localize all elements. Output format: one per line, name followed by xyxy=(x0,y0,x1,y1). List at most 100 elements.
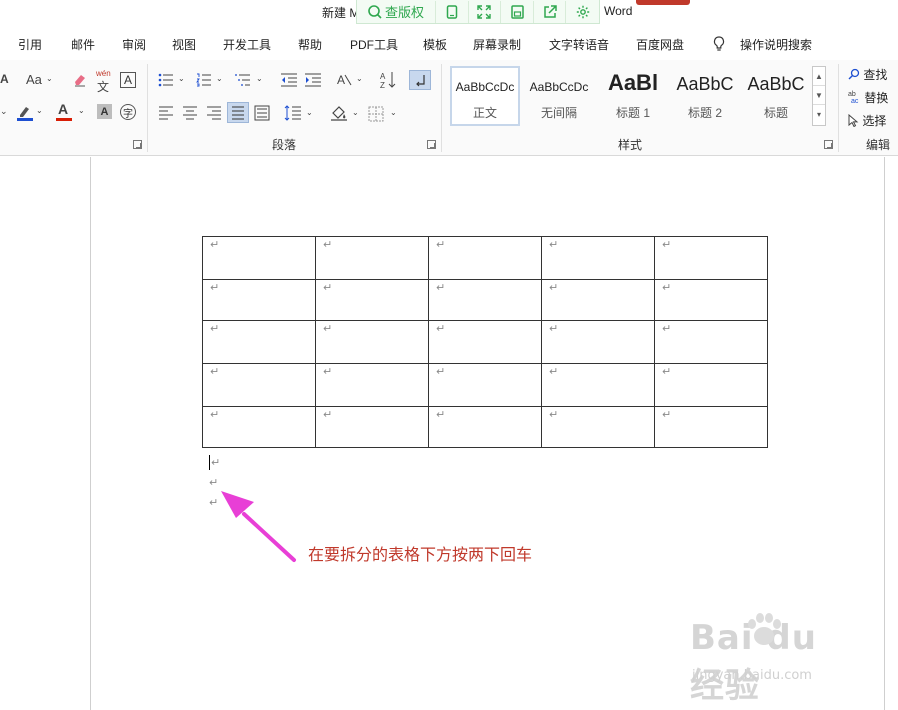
show-formatting-marks-button[interactable] xyxy=(409,70,431,90)
expand-button[interactable] xyxy=(469,0,502,23)
find-button[interactable]: 查找 xyxy=(848,66,887,83)
table-row: ↵ ↵ ↵ ↵ ↵ xyxy=(202,236,768,280)
chevron-down-icon: ⌄ xyxy=(390,108,397,117)
enclose-characters-button[interactable]: 字 xyxy=(120,104,136,120)
tell-me-search[interactable]: 操作说明搜索 xyxy=(740,36,812,53)
sort-icon[interactable]: AZ xyxy=(380,71,396,89)
text-cursor xyxy=(209,455,210,470)
copyright-check-button[interactable]: 查版权 xyxy=(357,0,437,23)
paragraph-mark-icon xyxy=(416,75,425,87)
chevron-down-icon: ⌄ xyxy=(352,108,359,117)
style-normal[interactable]: AaBbCcDc 正文 xyxy=(450,66,520,126)
style-no-spacing[interactable]: AaBbCcDc 无间隔 xyxy=(524,66,594,126)
table-cell[interactable]: ↵ xyxy=(428,236,542,280)
table-cell[interactable]: ↵ xyxy=(654,279,768,321)
find-label: 查找 xyxy=(863,68,888,82)
bullets-icon[interactable] xyxy=(158,73,174,87)
borders-icon[interactable] xyxy=(368,106,384,122)
phonetic-guide-pinyin[interactable]: wén xyxy=(96,69,111,78)
table-cell[interactable]: ↵ xyxy=(654,406,768,448)
paragraph-shading-icon[interactable] xyxy=(330,104,348,122)
table-cell[interactable]: ↵ xyxy=(428,279,542,321)
table-cell[interactable]: ↵ xyxy=(428,363,542,407)
table-cell[interactable]: ↵ xyxy=(654,236,768,280)
table-cell[interactable]: ↵ xyxy=(202,236,316,280)
tab-text-to-speech[interactable]: 文字转语音 xyxy=(549,36,609,53)
table-cell[interactable]: ↵ xyxy=(541,279,655,321)
table-cell[interactable]: ↵ xyxy=(202,406,316,448)
save-button[interactable] xyxy=(501,0,534,23)
phone-frame-icon xyxy=(446,4,458,19)
increase-indent-icon[interactable] xyxy=(304,73,322,87)
clear-formatting-icon[interactable] xyxy=(72,72,88,88)
scroll-down-icon[interactable]: ▼ xyxy=(813,86,825,105)
table-cell[interactable]: ↵ xyxy=(541,406,655,448)
character-border-button[interactable]: A xyxy=(120,72,136,88)
table-cell[interactable]: ↵ xyxy=(541,320,655,364)
styles-dialog-launcher[interactable] xyxy=(824,140,833,149)
phone-frame-button[interactable] xyxy=(436,0,469,23)
table-cell[interactable]: ↵ xyxy=(315,320,429,364)
tab-templates[interactable]: 模板 xyxy=(423,36,447,53)
tab-references[interactable]: 引用 xyxy=(18,36,42,53)
style-name: 标题 xyxy=(763,106,788,120)
table-cell[interactable]: ↵ xyxy=(654,320,768,364)
grow-font-button[interactable]: A xyxy=(0,72,9,86)
tab-help[interactable]: 帮助 xyxy=(298,36,322,53)
table-cell[interactable]: ↵ xyxy=(428,406,542,448)
style-title[interactable]: AaBbC 标题 xyxy=(741,66,811,126)
decrease-indent-icon[interactable] xyxy=(280,73,298,87)
gallery-more-icon[interactable]: ▾ xyxy=(813,105,825,124)
style-name: 无间隔 xyxy=(540,106,577,120)
font-color-button[interactable]: A xyxy=(58,101,68,117)
tab-pdf-tools[interactable]: PDF工具 xyxy=(350,36,398,53)
table-cell[interactable]: ↵ xyxy=(315,363,429,407)
table-row: ↵ ↵ ↵ ↵ ↵ xyxy=(202,279,768,321)
table-cell[interactable]: ↵ xyxy=(202,363,316,407)
numbering-icon[interactable] xyxy=(196,73,212,87)
title-bar: 新建 M 查版权 Word xyxy=(0,0,898,26)
style-name: 标题 2 xyxy=(687,106,722,120)
change-case-button[interactable]: Aa xyxy=(26,72,42,87)
chevron-down-icon: ⌄ xyxy=(46,74,53,83)
highlight-color-icon[interactable] xyxy=(16,104,34,122)
style-heading-1[interactable]: AaBl 标题 1 xyxy=(598,66,668,126)
align-left-icon[interactable] xyxy=(158,106,174,120)
table-cell[interactable]: ↵ xyxy=(202,279,316,321)
settings-button[interactable] xyxy=(566,1,599,23)
table-cell[interactable]: ↵ xyxy=(202,320,316,364)
character-shading-button[interactable]: A xyxy=(97,104,112,119)
phonetic-guide-char[interactable]: 文 xyxy=(97,78,109,95)
align-right-icon[interactable] xyxy=(206,106,222,120)
multilevel-list-icon[interactable] xyxy=(234,73,252,87)
select-button[interactable]: 选择 xyxy=(848,112,886,129)
align-center-icon[interactable] xyxy=(182,106,198,120)
paragraph-dialog-launcher[interactable] xyxy=(427,140,436,149)
tab-screen-recording[interactable]: 屏幕录制 xyxy=(473,36,521,53)
chevron-down-icon: ⌄ xyxy=(306,108,313,117)
style-heading-2[interactable]: AaBbC 标题 2 xyxy=(670,66,740,126)
table-cell[interactable]: ↵ xyxy=(541,363,655,407)
replace-button[interactable]: ab ac 替换 xyxy=(848,89,888,106)
tab-review[interactable]: 审阅 xyxy=(122,36,146,53)
table-cell[interactable]: ↵ xyxy=(315,236,429,280)
table-cell[interactable]: ↵ xyxy=(541,236,655,280)
table-cell[interactable]: ↵ xyxy=(654,363,768,407)
table-cell[interactable]: ↵ xyxy=(428,320,542,364)
scroll-up-icon[interactable]: ▲ xyxy=(813,67,825,86)
share-button[interactable] xyxy=(534,0,567,23)
table-cell[interactable]: ↵ xyxy=(315,279,429,321)
group-separator xyxy=(147,64,148,152)
tab-developer[interactable]: 开发工具 xyxy=(223,36,271,53)
asian-layout-icon[interactable]: A xyxy=(336,72,352,88)
styles-gallery-scroll[interactable]: ▲ ▼ ▾ xyxy=(812,66,826,126)
document-table[interactable]: ↵ ↵ ↵ ↵ ↵ ↵ ↵ ↵ ↵ ↵ ↵ ↵ ↵ ↵ ↵ ↵ ↵ ↵ ↵ ↵ … xyxy=(202,236,768,448)
line-spacing-icon[interactable] xyxy=(284,105,302,121)
distributed-align-icon[interactable] xyxy=(254,105,270,121)
tab-mailings[interactable]: 邮件 xyxy=(71,36,95,53)
font-dialog-launcher[interactable] xyxy=(133,140,142,149)
table-cell[interactable]: ↵ xyxy=(315,406,429,448)
justify-button[interactable] xyxy=(227,102,249,123)
tab-baidu-netdisk[interactable]: 百度网盘 xyxy=(636,36,684,53)
tab-view[interactable]: 视图 xyxy=(172,36,196,53)
